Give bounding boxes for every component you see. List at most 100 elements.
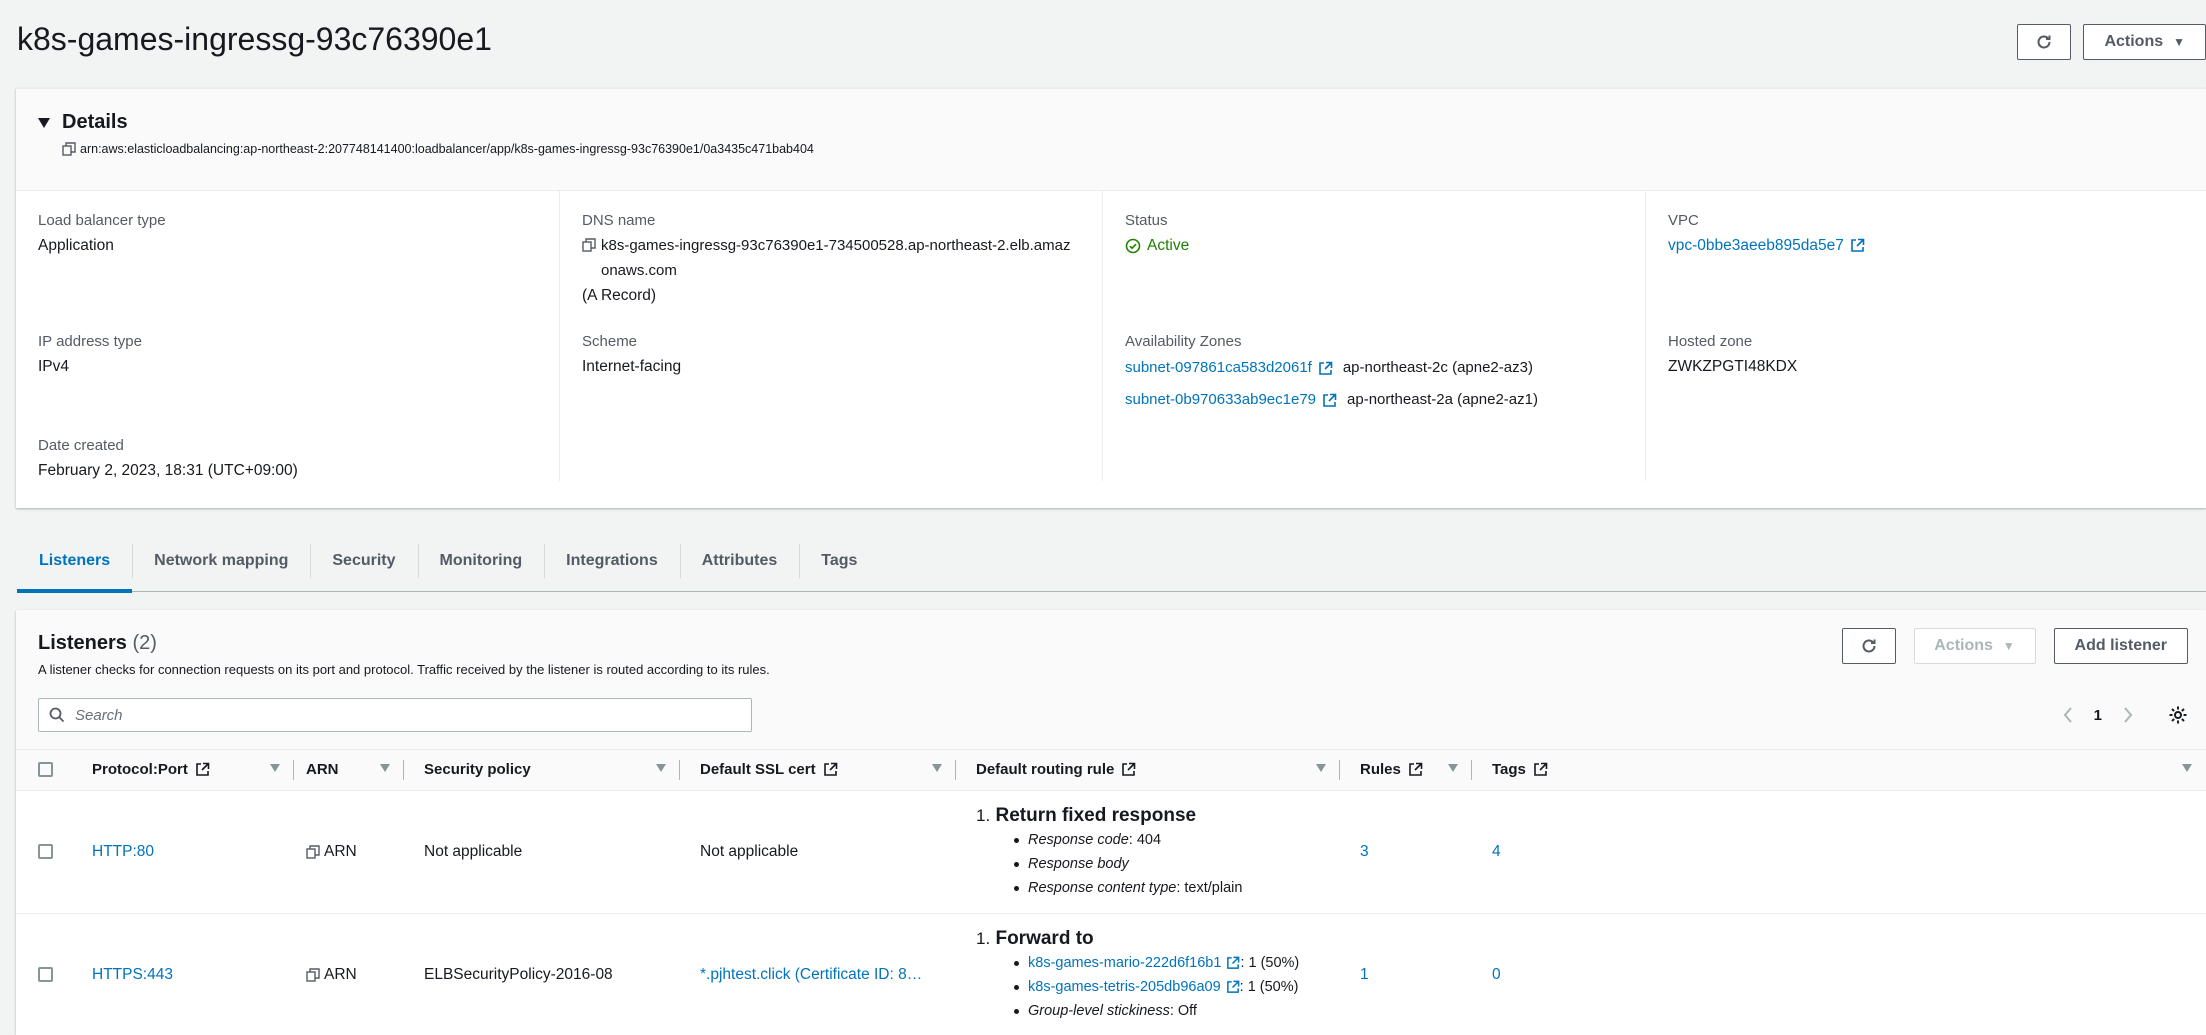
chevron-right-icon[interactable]: [2122, 706, 2134, 724]
target-weight: : 1 (50%): [1240, 954, 1300, 971]
dns-name: DNS name k8s-games-ingressg-93c76390e1-7…: [582, 211, 1102, 308]
header-actions: Actions ▼: [2017, 24, 2206, 60]
tab-security[interactable]: Security: [310, 540, 417, 592]
ssl-cert-link[interactable]: *.pjhtest.click (Certificate ID: 8…: [700, 966, 922, 983]
ip-type-label: IP address type: [38, 333, 142, 350]
col-protocol-port[interactable]: Protocol:Port: [92, 750, 294, 791]
search-placeholder: Search: [75, 706, 123, 724]
actions-button[interactable]: Actions ▼: [2083, 24, 2206, 60]
protocol-port-link[interactable]: HTTPS:443: [92, 966, 173, 983]
dns-value: k8s-games-ingressg-93c76390e1-734500528.…: [582, 233, 1102, 283]
col-label: Tags: [1492, 761, 1526, 779]
ip-type-value: IPv4: [38, 358, 70, 375]
date-created: Date created February 2, 2023, 18:31 (UT…: [38, 436, 298, 483]
rule-details: k8s-games-mario-222d6f16b1 : 1 (50%) k8s…: [1014, 951, 1340, 1023]
tags-count-link[interactable]: 0: [1492, 966, 1501, 983]
arn-text: arn:aws:elasticloadbalancing:ap-northeas…: [80, 142, 814, 156]
lb-type-value: Application: [38, 237, 114, 254]
listeners-title: Listeners (2): [38, 632, 157, 655]
refresh-button[interactable]: [2017, 24, 2072, 60]
listeners-actions: Actions ▼ Add listener: [1841, 628, 2188, 664]
add-listener-button[interactable]: Add listener: [2053, 628, 2188, 664]
dns-value-line1: k8s-games-ingressg-93c76390e1-734500528.…: [601, 237, 1071, 254]
external-link-icon: [1851, 238, 1865, 252]
copy-icon: [306, 967, 320, 982]
col-tags[interactable]: Tags: [1472, 750, 2206, 791]
arn-copy[interactable]: ARN: [306, 843, 404, 861]
listener-actions-label: Actions: [1934, 637, 1993, 654]
external-link-icon: [1227, 956, 1240, 969]
arn-copy[interactable]: ARN: [306, 966, 404, 984]
az-label: Availability Zones: [1125, 333, 1242, 350]
col-label: Default SSL cert: [700, 761, 816, 779]
col-default-routing-rule[interactable]: Default routing rule: [956, 750, 1340, 791]
vpc-label: VPC: [1668, 212, 1699, 229]
external-link-icon: [1226, 980, 1239, 993]
security-policy: Not applicable: [404, 790, 680, 914]
tab-monitoring[interactable]: Monitoring: [417, 540, 545, 592]
external-link-icon: [1323, 393, 1337, 407]
tab-network-mapping[interactable]: Network mapping: [132, 540, 310, 592]
subnet-link[interactable]: subnet-097861ca583d2061f: [1125, 352, 1333, 384]
vpc-link[interactable]: vpc-0bbe3aeeb895da5e7: [1668, 233, 1865, 258]
detail-key: Response body: [1028, 855, 1129, 872]
details-title: Details: [62, 111, 128, 133]
refresh-button[interactable]: [1841, 628, 1896, 664]
tags-count-link[interactable]: 4: [1492, 843, 1501, 860]
page-header: k8s-games-ingressg-93c76390e1 Actions ▼: [17, 14, 2206, 70]
target-group-link[interactable]: k8s-games-tetris-205db96a09: [1028, 975, 1240, 999]
details-col-4: VPC vpc-0bbe3aeeb895da5e7 Hosted zone ZW…: [1645, 191, 2206, 481]
listeners-header: Listeners (2) A listener checks for conn…: [16, 610, 2206, 750]
external-link-icon: [1319, 361, 1333, 375]
pagination: 1: [2062, 705, 2188, 725]
date-created-label: Date created: [38, 437, 124, 454]
scheme-label: Scheme: [582, 333, 638, 350]
target-group-link[interactable]: k8s-games-mario-222d6f16b1: [1028, 951, 1240, 975]
az-zone: ap-northeast-2a (apne2-az1): [1347, 391, 1538, 408]
tab-attributes[interactable]: Attributes: [679, 540, 800, 592]
caret-down-icon: [38, 117, 50, 128]
col-arn[interactable]: ARN: [294, 750, 404, 791]
az-zone: ap-northeast-2c (apne2-az3): [1342, 359, 1533, 376]
status-badge: Active: [1125, 233, 1189, 258]
status-label: Status: [1125, 212, 1168, 229]
select-all-checkbox[interactable]: [38, 762, 53, 778]
col-label: ARN: [306, 761, 339, 779]
listeners-count: (2): [132, 632, 157, 654]
search-input[interactable]: Search: [38, 698, 752, 732]
chevron-left-icon[interactable]: [2062, 706, 2074, 724]
col-security-policy[interactable]: Security policy: [404, 750, 680, 791]
tab-integrations[interactable]: Integrations: [544, 540, 680, 592]
add-listener-label: Add listener: [2074, 637, 2167, 654]
listeners-description: A listener checks for connection request…: [38, 662, 770, 677]
tab-listeners[interactable]: Listeners: [17, 540, 133, 593]
target-weight: : 1 (50%): [1239, 978, 1299, 995]
list-item: k8s-games-tetris-205db96a09 : 1 (50%): [1014, 975, 1340, 999]
vpc-id: vpc-0bbe3aeeb895da5e7: [1668, 237, 1844, 254]
col-label: Protocol:Port: [92, 761, 188, 779]
rule-title-text: Forward to: [995, 927, 1094, 949]
details-toggle[interactable]: Details: [38, 111, 128, 134]
subnet-link[interactable]: subnet-0b970633ab9ec1e79: [1125, 384, 1337, 416]
ssl-cert: Not applicable: [680, 790, 956, 914]
copy-icon[interactable]: [62, 142, 76, 156]
col-label: Security policy: [424, 761, 531, 779]
rules-count-link[interactable]: 3: [1360, 843, 1369, 860]
details-col-3: Status Active Availability Zones subnet-…: [1102, 191, 1645, 481]
page-number[interactable]: 1: [2094, 707, 2102, 724]
check-circle-icon: [1125, 238, 1141, 253]
tab-tags[interactable]: Tags: [799, 540, 879, 592]
refresh-icon: [2037, 35, 2051, 49]
status: Status Active: [1125, 211, 1189, 258]
copy-icon[interactable]: [582, 238, 596, 252]
rules-count-link[interactable]: 1: [1360, 966, 1369, 983]
protocol-port-link[interactable]: HTTP:80: [92, 843, 154, 860]
subnet-id: subnet-0b970633ab9ec1e79: [1125, 391, 1317, 408]
col-rules[interactable]: Rules: [1340, 750, 1472, 791]
row-checkbox[interactable]: [38, 844, 53, 859]
col-default-ssl-cert[interactable]: Default SSL cert: [680, 750, 956, 791]
row-checkbox[interactable]: [38, 967, 53, 982]
gear-icon[interactable]: [2168, 705, 2188, 725]
listener-actions-button[interactable]: Actions ▼: [1913, 628, 2036, 664]
sort-icon: [656, 764, 666, 772]
